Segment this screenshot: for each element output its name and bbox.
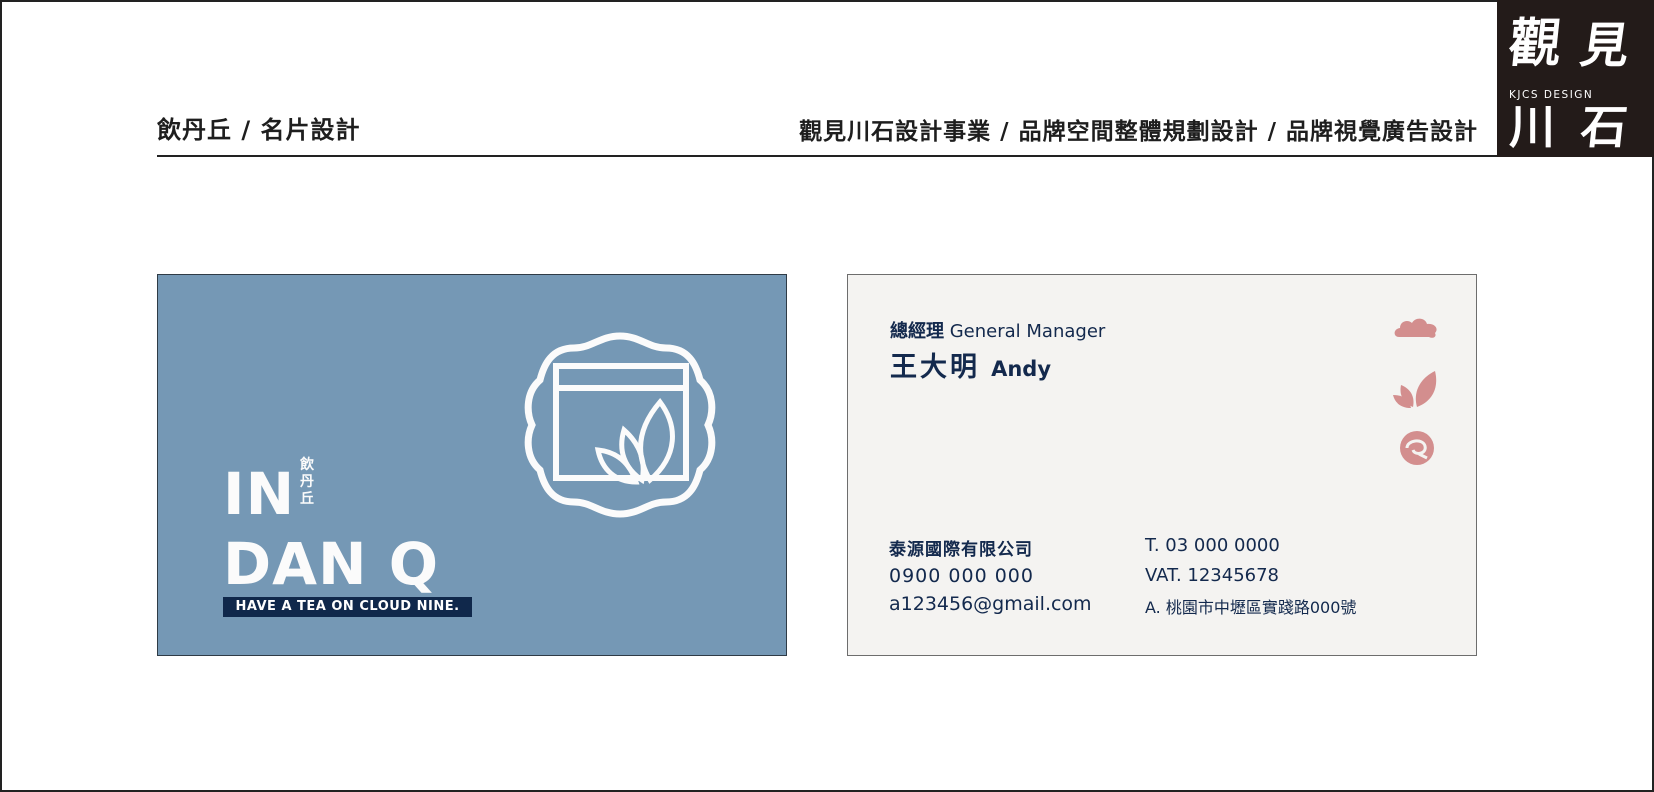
job-title-cjk: 總經理 (890, 321, 944, 342)
mobile-number: 0900 000 000 (889, 565, 1034, 587)
tea-leaf-cloud-badge-icon (524, 332, 716, 518)
cloud-icon (1394, 318, 1437, 338)
logo-glyph: 川 (1509, 100, 1555, 154)
person-name: 王大明 Andy (890, 345, 1051, 384)
person-name-en: Andy (991, 357, 1052, 381)
email-address: a123456@gmail.com (889, 593, 1092, 615)
logo-glyph: 觀 (1505, 13, 1565, 74)
job-title-en: General Manager (949, 321, 1106, 342)
studio-logo: 觀 見 KJCS DESIGN 川 石 (1497, 0, 1654, 157)
brand-chinese-name: 飲丹丘 (300, 457, 314, 507)
company-name: 泰源國際有限公司 (889, 540, 1033, 560)
swirl-badge-icon (1400, 431, 1434, 465)
brand-line-2: DAN Q (223, 530, 440, 598)
brand-line-1: IN (223, 460, 296, 528)
person-name-cjk: 王大明 (890, 352, 980, 383)
logo-glyph: 見 (1577, 18, 1633, 74)
address: A. 桃園市中壢區實踐路000號 (1145, 598, 1357, 617)
page-title: 飲丹丘 / 名片設計 (157, 116, 361, 144)
business-card-front: IN 飲丹丘 DAN Q HAVE A TEA ON CLOUD NINE. (157, 274, 787, 656)
leaf-icon (1393, 371, 1437, 408)
studio-services-title: 觀見川石設計事業 / 品牌空間整體規劃設計 / 品牌視覺廣告設計 (799, 119, 1478, 145)
telephone-number: T. 03 000 0000 (1145, 535, 1280, 556)
header-divider (157, 155, 1498, 157)
business-card-back: 總經理 General Manager 王大明 Andy 泰源國際有限公司 09… (847, 274, 1477, 656)
logo-glyph: 石 (1578, 100, 1630, 154)
vat-number: VAT. 12345678 (1145, 565, 1279, 586)
job-title: 總經理 General Manager (890, 317, 1105, 343)
brand-slogan: HAVE A TEA ON CLOUD NINE. (223, 597, 472, 617)
